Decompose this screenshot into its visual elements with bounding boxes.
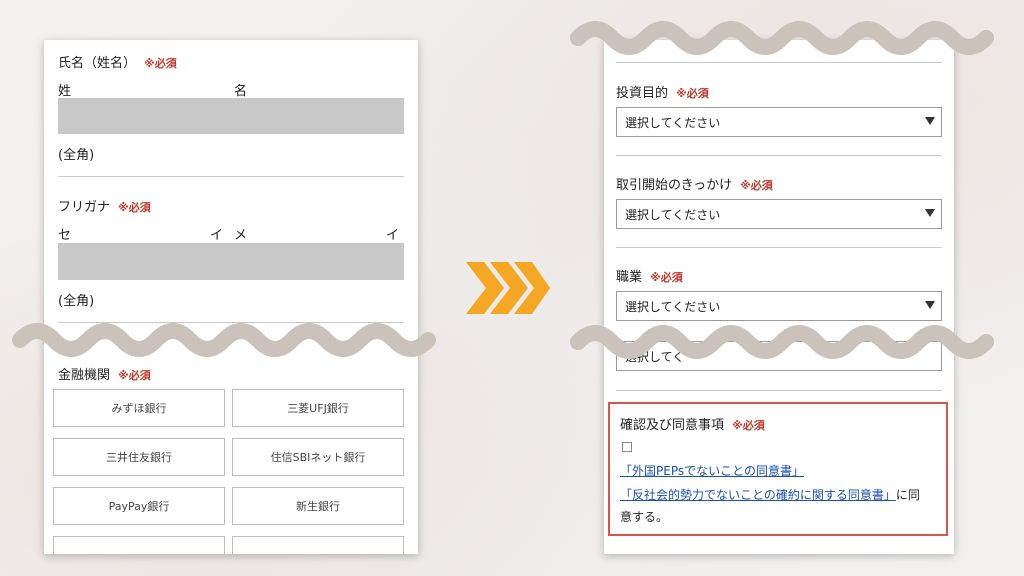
next-step-chevrons-icon [466,262,550,314]
wave-right-top [570,21,994,55]
wave-right-middle [570,325,994,359]
wave-left-middle [12,323,436,357]
